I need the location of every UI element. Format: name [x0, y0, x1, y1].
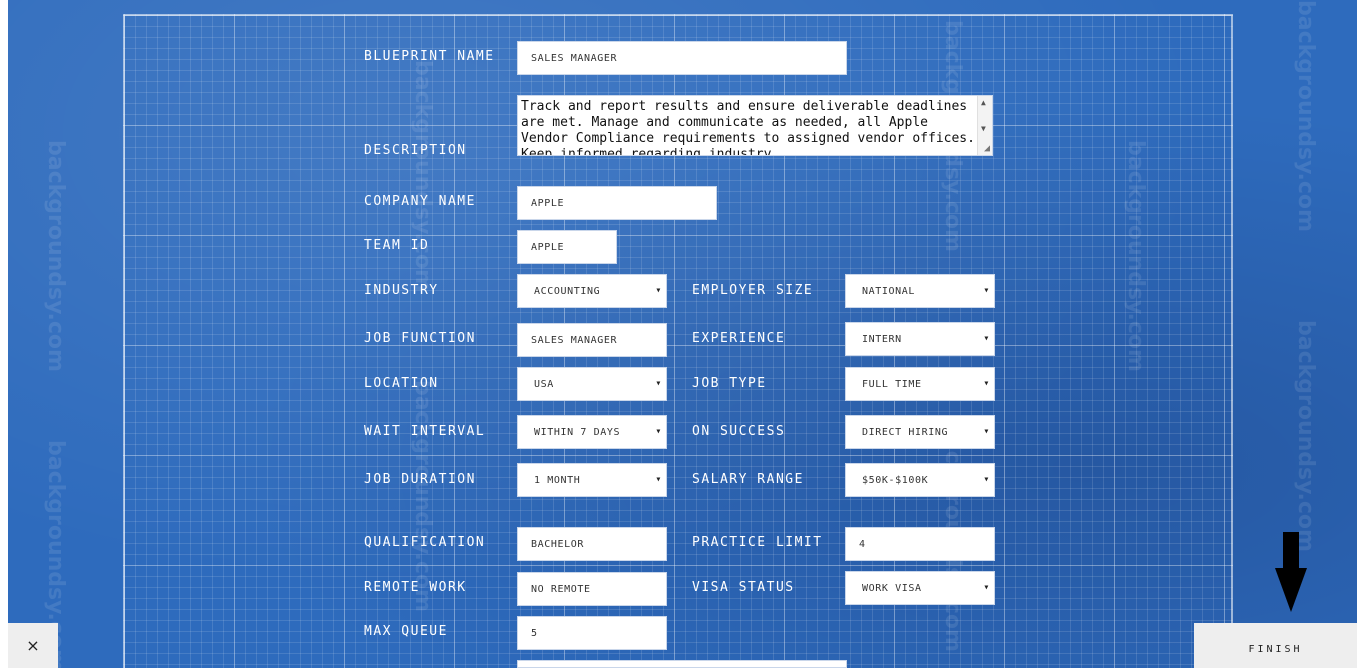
wait-interval-select[interactable]: WITHIN 7 DAYS ▾	[517, 415, 667, 449]
chevron-down-icon: ▾	[983, 378, 990, 389]
chevron-down-icon: ▾	[983, 426, 990, 437]
max-queue-input[interactable]: 5	[517, 616, 667, 650]
next-field-input[interactable]	[517, 660, 847, 668]
location-select[interactable]: USA ▾	[517, 367, 667, 401]
experience-value: INTERN	[862, 333, 902, 345]
experience-select[interactable]: INTERN ▾	[845, 322, 995, 356]
finish-button[interactable]: FINISH	[1194, 623, 1357, 668]
chevron-down-icon: ▾	[655, 426, 662, 437]
visa-status-label: VISA STATUS	[692, 580, 795, 595]
resize-handle-icon[interactable]: ◢	[984, 143, 990, 154]
job-type-select[interactable]: FULL TIME ▾	[845, 367, 995, 401]
team-id-input[interactable]: APPLE	[517, 230, 617, 264]
wait-interval-value: WITHIN 7 DAYS	[534, 426, 621, 438]
employer-size-label: EMPLOYER SIZE	[692, 283, 814, 298]
visa-status-value: WORK VISA	[862, 582, 922, 594]
job-function-input[interactable]: SALES MANAGER	[517, 323, 667, 357]
chevron-down-icon: ▾	[983, 582, 990, 593]
company-name-label: COMPANY NAME	[364, 194, 476, 209]
industry-value: ACCOUNTING	[534, 285, 601, 297]
arrow-down-icon	[1275, 532, 1307, 612]
qualification-label: QUALIFICATION	[364, 535, 486, 550]
employer-size-value: NATIONAL	[862, 285, 915, 297]
job-function-label: JOB FUNCTION	[364, 331, 476, 346]
job-duration-select[interactable]: 1 MONTH ▾	[517, 463, 667, 497]
qualification-input[interactable]: BACHELOR	[517, 527, 667, 561]
chevron-down-icon: ▾	[655, 474, 662, 485]
chevron-down-icon: ▾	[983, 474, 990, 485]
description-textarea[interactable]: Track and report results and ensure deli…	[517, 95, 993, 156]
on-success-select[interactable]: DIRECT HIRING ▾	[845, 415, 995, 449]
max-queue-label: MAX QUEUE	[364, 624, 448, 639]
job-type-value: FULL TIME	[862, 378, 922, 390]
practice-limit-label: PRACTICE LIMIT	[692, 535, 823, 550]
team-id-label: TEAM ID	[364, 238, 430, 253]
practice-limit-input[interactable]: 4	[845, 527, 995, 561]
wait-interval-label: WAIT INTERVAL	[364, 424, 486, 439]
scroll-down-icon[interactable]: ▼	[981, 124, 986, 133]
visa-status-select[interactable]: WORK VISA ▾	[845, 571, 995, 605]
watermark: backgroundsy.com	[43, 140, 68, 372]
industry-label: INDUSTRY	[364, 283, 439, 298]
job-type-label: JOB TYPE	[692, 376, 767, 391]
job-duration-value: 1 MONTH	[534, 474, 581, 486]
remote-work-label: REMOTE WORK	[364, 580, 467, 595]
watermark: backgroundsy.com	[1293, 320, 1318, 552]
salary-range-label: SALARY RANGE	[692, 472, 804, 487]
location-value: USA	[534, 378, 554, 390]
close-icon: ×	[26, 636, 40, 655]
salary-range-select[interactable]: $50K-$100K ▾	[845, 463, 995, 497]
scroll-up-icon[interactable]: ▲	[981, 98, 986, 107]
blueprint-name-input[interactable]: SALES MANAGER	[517, 41, 847, 75]
experience-label: EXPERIENCE	[692, 331, 786, 346]
chevron-down-icon: ▾	[983, 333, 990, 344]
job-duration-label: JOB DURATION	[364, 472, 476, 487]
on-success-value: DIRECT HIRING	[862, 426, 949, 438]
employer-size-select[interactable]: NATIONAL ▾	[845, 274, 995, 308]
salary-range-value: $50K-$100K	[862, 474, 929, 486]
chevron-down-icon: ▾	[655, 285, 662, 296]
watermark: backgroundsy.com	[1293, 0, 1318, 232]
on-success-label: ON SUCCESS	[692, 424, 786, 439]
location-label: LOCATION	[364, 376, 439, 391]
description-label: DESCRIPTION	[364, 143, 467, 158]
industry-select[interactable]: ACCOUNTING ▾	[517, 274, 667, 308]
remote-work-input[interactable]: NO REMOTE	[517, 572, 667, 606]
blueprint-name-label: BLUEPRINT NAME	[364, 49, 495, 64]
chevron-down-icon: ▾	[655, 378, 662, 389]
description-text: Track and report results and ensure deli…	[521, 99, 975, 156]
chevron-down-icon: ▾	[983, 285, 990, 296]
company-name-input[interactable]: APPLE	[517, 186, 717, 220]
close-button[interactable]: ×	[8, 623, 58, 668]
